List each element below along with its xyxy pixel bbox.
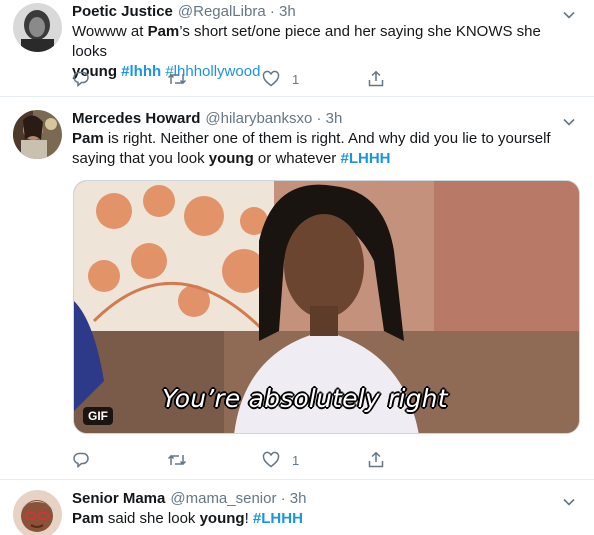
tweet[interactable]: Senior Mama @mama_senior · 3h Pam said s… (0, 480, 594, 535)
tweet-actions: 1 (72, 70, 385, 88)
gif-caption: You’re absolutely right (162, 384, 448, 413)
share-icon (368, 70, 384, 87)
avatar[interactable] (13, 110, 62, 159)
heart-icon (262, 451, 280, 468)
heart-icon (262, 70, 280, 87)
display-name[interactable]: Senior Mama (72, 490, 165, 507)
chevron-down-icon[interactable] (562, 8, 576, 22)
gif-badge: GIF (83, 407, 113, 425)
avatar[interactable] (13, 3, 62, 52)
handle-timestamp[interactable]: @RegalLibra · 3h (178, 3, 296, 20)
retweet-button[interactable] (167, 70, 262, 88)
display-name[interactable]: Mercedes Howard (72, 110, 200, 127)
like-count: 1 (292, 71, 300, 87)
share-button[interactable] (367, 451, 385, 469)
tweet-header: Poetic Justice @RegalLibra · 3h (72, 3, 578, 20)
reply-button[interactable] (72, 70, 167, 88)
tweet-text: Pam said she look young! #LHHH (72, 510, 303, 527)
hashtag-link[interactable]: #LHHH (253, 510, 303, 527)
tweet-text: Pam is right. Neither one of them is rig… (72, 130, 551, 167)
like-count: 1 (292, 452, 300, 468)
tweet-header: Mercedes Howard @hilarybanksxo · 3h (72, 110, 578, 127)
tweet[interactable]: Poetic Justice @RegalLibra · 3h Wowww at… (0, 0, 594, 97)
gif-media[interactable]: You’re absolutely right GIF (73, 180, 580, 434)
display-name[interactable]: Poetic Justice (72, 3, 173, 20)
handle-timestamp[interactable]: @mama_senior · 3h (170, 490, 306, 507)
tweet[interactable]: Mercedes Howard @hilarybanksxo · 3h Pam … (0, 97, 594, 480)
retweet-icon (167, 73, 187, 85)
hashtag-link[interactable]: #LHHH (340, 150, 390, 167)
chevron-down-icon[interactable] (562, 115, 576, 129)
tweet-actions: 1 (72, 451, 385, 469)
share-icon (368, 451, 384, 468)
like-button[interactable]: 1 (262, 451, 367, 469)
retweet-icon (167, 454, 187, 466)
chevron-down-icon[interactable] (562, 495, 576, 509)
handle-timestamp[interactable]: @hilarybanksxo · 3h (205, 110, 342, 127)
reply-button[interactable] (72, 451, 167, 469)
retweet-button[interactable] (167, 451, 262, 469)
reply-icon (73, 71, 89, 88)
like-button[interactable]: 1 (262, 70, 367, 88)
tweet-header: Senior Mama @mama_senior · 3h (72, 490, 578, 507)
avatar[interactable] (13, 490, 62, 535)
share-button[interactable] (367, 70, 385, 88)
reply-icon (73, 452, 89, 469)
